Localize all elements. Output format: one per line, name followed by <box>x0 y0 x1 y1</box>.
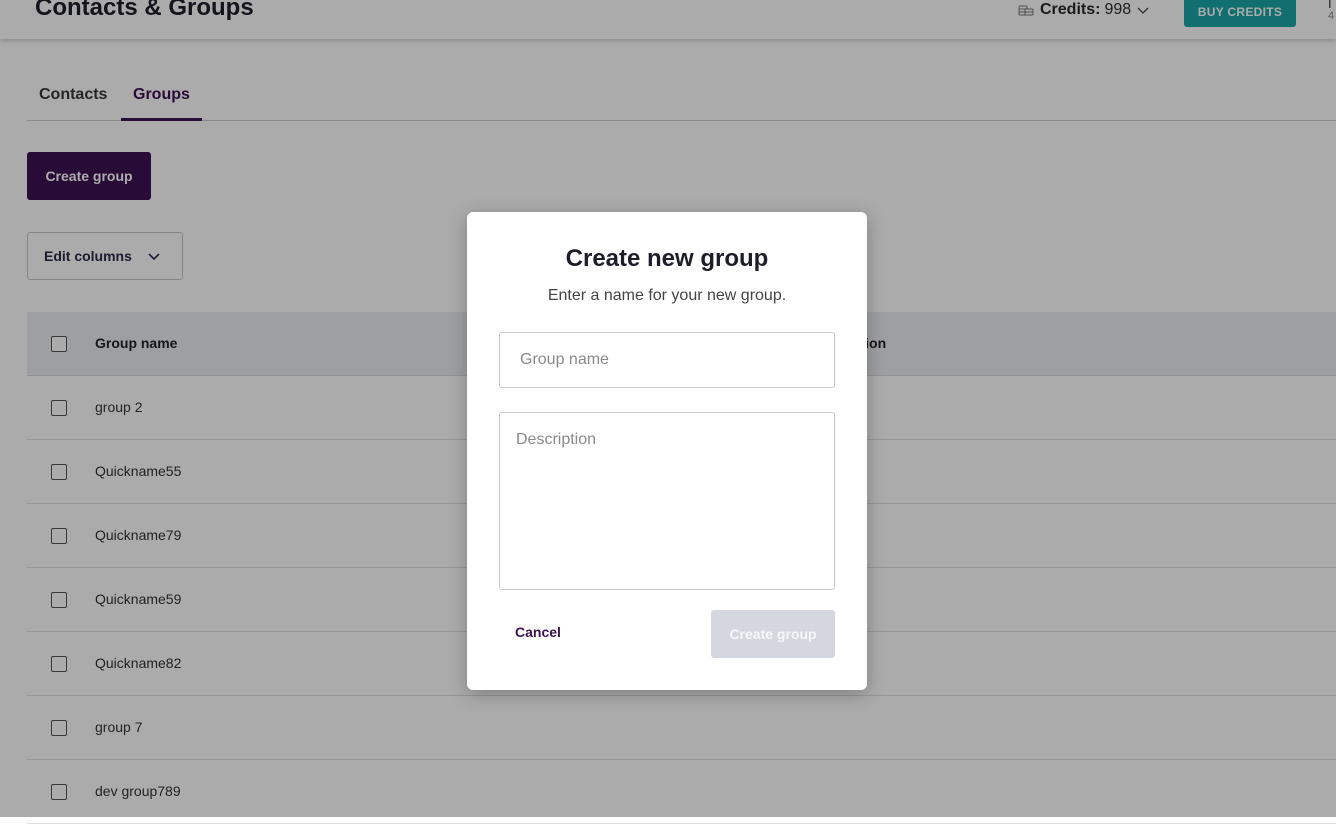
modal-title: Create new group <box>565 245 769 272</box>
group-name-input[interactable] <box>499 332 835 388</box>
cancel-button[interactable]: Cancel <box>515 624 561 640</box>
description-textarea[interactable] <box>499 412 835 590</box>
modal-subtitle: Enter a name for your new group. <box>547 287 787 304</box>
create-group-submit-button[interactable]: Create group <box>711 610 835 658</box>
create-group-modal: Create new group Enter a name for your n… <box>467 212 867 690</box>
